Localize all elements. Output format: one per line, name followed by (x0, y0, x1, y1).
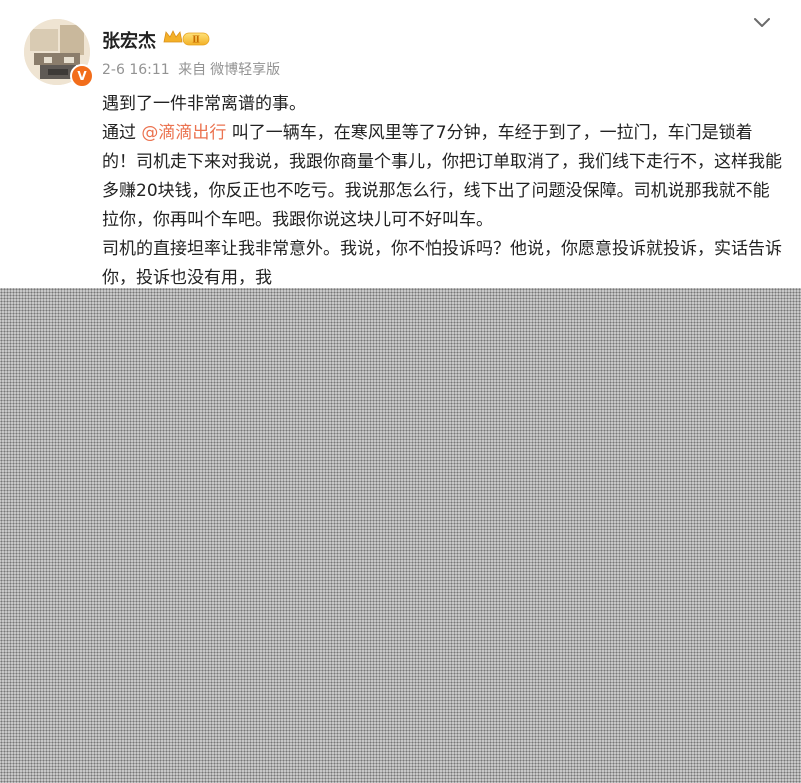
level-number: Ⅱ (192, 36, 200, 46)
post-content: 遇到了一件非常离谱的事。 通过 @滴滴出行 叫了一辆车，在寒风里等了7分钟，车经… (102, 90, 782, 293)
content-prefix: 通过 (102, 123, 142, 143)
content-line-1: 遇到了一件非常离谱的事。 (102, 94, 306, 114)
chevron-down-icon[interactable] (751, 14, 773, 32)
content-paragraph-3: 司机的直接坦率让我非常意外。我说，你不怕投诉吗？他说，你愿意投诉就投诉，实话告诉… (102, 239, 782, 288)
dotted-overlay (0, 288, 801, 783)
post-source: 微博轻享版 (210, 62, 281, 78)
source-prefix: 来自 (178, 62, 207, 78)
content-paragraph-2: 通过 @滴滴出行 叫了一辆车，在寒风里等了7分钟，车经于到了，一拉门，车门是锁着… (102, 119, 782, 235)
verified-badge-icon: V (70, 64, 94, 88)
weibo-post-card: V 张宏杰 Ⅱ 2-6 16:11 来自 微博轻享版 遇到了一件非常离谱的事。 通… (0, 0, 801, 290)
author-name[interactable]: 张宏杰 (102, 27, 156, 53)
post-time[interactable]: 2-6 16:11 (102, 62, 170, 78)
post-meta: 2-6 16:11 来自 微博轻享版 (102, 59, 284, 79)
mention-link[interactable]: @滴滴出行 (141, 123, 226, 143)
crown-level-icon[interactable]: Ⅱ (163, 29, 211, 47)
